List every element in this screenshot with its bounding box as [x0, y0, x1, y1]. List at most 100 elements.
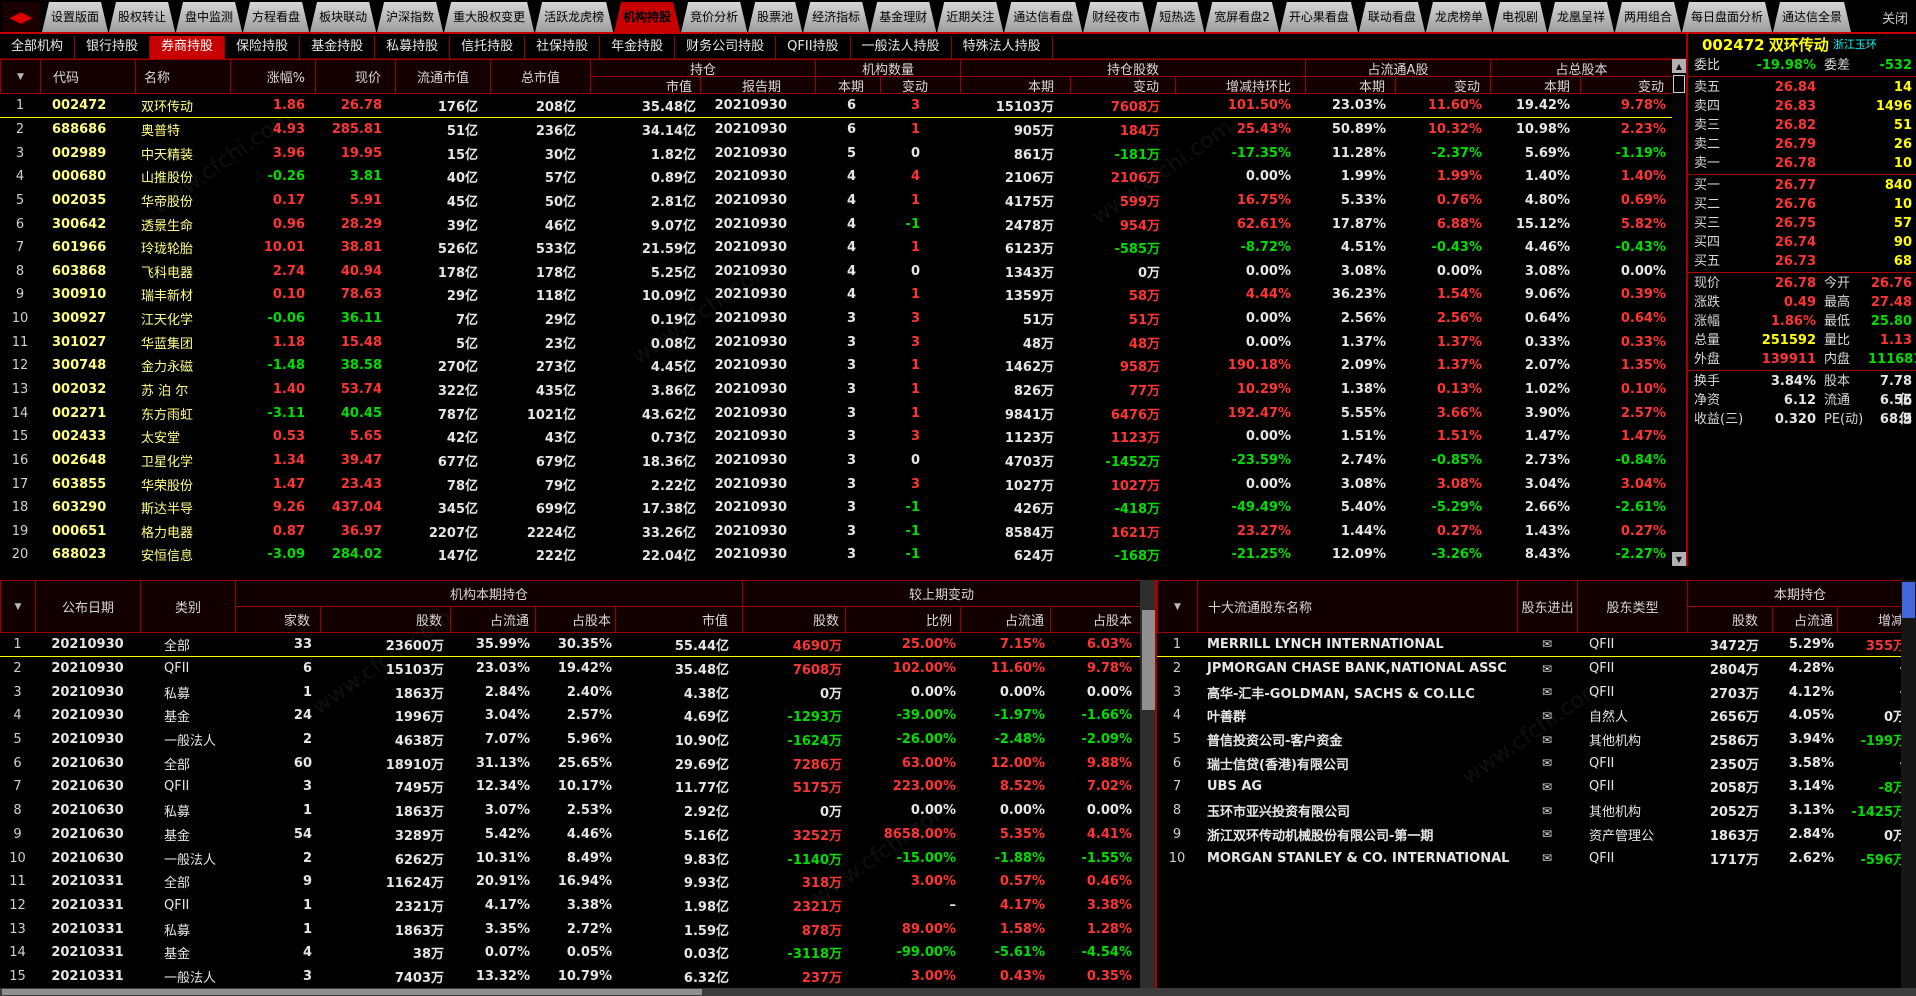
tab-券商持股[interactable]: 券商持股 — [150, 36, 226, 59]
tab-信托持股[interactable]: 信托持股 — [450, 36, 526, 59]
column-header-pct[interactable]: 涨幅% — [231, 60, 316, 94]
menu-tab-16[interactable]: 短热选 — [1150, 2, 1204, 32]
column-header-hval[interactable]: 市值 — [591, 77, 701, 94]
stock-row[interactable]: 19 000651 格力电器 0.87 36.97 2207亿 2224亿 33.26亿 202… — [0, 520, 1672, 544]
tab-社保持股[interactable]: 社保持股 — [525, 36, 601, 59]
shareholder-row[interactable]: 9 浙江双环传动机械股份有限公司-第一期 ✉ 资产管理公 1863万 2.84% 0万 — [1157, 823, 1912, 847]
menu-tab-3[interactable]: 方程看盘 — [243, 2, 309, 32]
column-header-count[interactable]: 家数 — [236, 607, 321, 633]
column-header-cur[interactable]: 本期 — [961, 77, 1071, 94]
shareholder-row[interactable]: 2 JPMORGAN CHASE BANK,NATIONAL ASSC ✉ QFII 2… — [1157, 657, 1912, 681]
menu-tab-1[interactable]: 股权转让 — [109, 2, 175, 32]
column-header-name[interactable]: 名称 — [136, 60, 231, 94]
stock-row[interactable]: 16 002648 卫星化学 1.34 39.47 677亿 679亿 18.36亿 20210… — [0, 449, 1672, 473]
menu-tab-12[interactable]: 基金理财 — [870, 2, 936, 32]
holding-row[interactable]: 14 20210331 基金 4 38万 0.07% 0.05% 0.03亿 -3118万 -99… — [0, 941, 1140, 965]
stock-row[interactable]: 7 601966 玲珑轮胎 10.01 38.81 526亿 533亿 21.59亿 20210… — [0, 236, 1672, 260]
stock-row[interactable]: 15 002433 太安堂 0.53 5.65 42亿 43亿 0.73亿 20210930 3 3… — [0, 425, 1672, 449]
tab-全部机构[interactable]: 全部机构 — [0, 36, 76, 59]
stock-row[interactable]: 14 002271 东方雨虹 -3.11 40.45 787亿 1021亿 43.62亿 202… — [0, 401, 1672, 425]
menu-tab-17[interactable]: 宽屏看盘2 — [1205, 2, 1279, 32]
column-header-name[interactable]: 十大流通股东名称 — [1198, 581, 1518, 633]
column-header-spct[interactable]: 占股本 — [536, 607, 616, 633]
menu-tab-20[interactable]: 龙虎榜单 — [1426, 2, 1492, 32]
mail-icon[interactable]: ✉ — [1542, 685, 1552, 699]
tab-保险持股[interactable]: 保险持股 — [225, 36, 301, 59]
stock-row[interactable]: 11 301027 华蓝集团 1.18 15.48 5亿 23亿 0.08亿 20210930 3… — [0, 330, 1672, 354]
stock-row[interactable]: 1 002472 双环传动 1.86 26.78 176亿 208亿 35.48亿 202109… — [0, 94, 1672, 118]
column-header-type[interactable]: 类别 — [141, 581, 236, 633]
column-header-g_cur[interactable]: 本期持仓 — [1688, 581, 1913, 607]
tab-一般法人持股[interactable]: 一般法人持股 — [851, 36, 952, 59]
scrollbar-thumb[interactable] — [1673, 75, 1685, 93]
scrollbar-thumb[interactable] — [1902, 582, 1915, 618]
column-header-inout[interactable]: 股东进出 — [1518, 581, 1578, 633]
menu-tab-13[interactable]: 近期关注 — [937, 2, 1003, 32]
holding-row[interactable]: 15 20210331 一般法人 3 7403万 13.32% 10.79% 6.32亿 237… — [0, 965, 1140, 989]
column-header-fpct[interactable]: 占流通 — [1773, 607, 1838, 633]
main-table-scrollbar[interactable]: ▲ ▼ — [1672, 59, 1686, 566]
menu-tab-11[interactable]: 经济指标 — [803, 2, 869, 32]
scrollbar-thumb[interactable] — [1142, 610, 1155, 710]
stock-row[interactable]: 10 300927 江天化学 -0.06 36.11 7亿 29亿 0.19亿 20210930… — [0, 307, 1672, 331]
horizontal-scrollbar[interactable] — [0, 988, 1916, 996]
menu-tab-14[interactable]: 通达信看盘 — [1004, 2, 1082, 32]
holding-row[interactable]: 3 20210930 私募 1 1863万 2.84% 2.40% 4.38亿 0万 0.00% 0… — [0, 680, 1140, 704]
column-header-report[interactable]: 报告期 — [701, 77, 816, 94]
mail-icon[interactable]: ✉ — [1542, 851, 1552, 865]
filter-cell[interactable]: ▼ — [1158, 581, 1198, 633]
holding-row[interactable]: 7 20210630 QFII 3 7495万 12.34% 10.17% 11.77亿 517… — [0, 775, 1140, 799]
column-header-fcap[interactable]: 流通市值 — [396, 60, 491, 94]
tab-年金持股[interactable]: 年金持股 — [600, 36, 676, 59]
mail-icon[interactable]: ✉ — [1542, 637, 1552, 651]
menu-tab-7[interactable]: 活跃龙虎榜 — [535, 2, 613, 32]
column-header-g_total[interactable]: 占总股本 — [1491, 60, 1673, 77]
menu-tab-24[interactable]: 每日盘面分析 — [1682, 2, 1772, 32]
column-header-g_inst[interactable]: 机构数量 — [816, 60, 961, 77]
menu-tab-9[interactable]: 竞价分析 — [681, 2, 747, 32]
tab-银行持股[interactable]: 银行持股 — [75, 36, 151, 59]
menu-tab-19[interactable]: 联动看盘 — [1359, 2, 1425, 32]
column-header-spct[interactable]: 占股本 — [1051, 607, 1141, 633]
shareholder-row[interactable]: 8 玉环市亚兴投资有限公司 ✉ 其他机构 2052万 3.13% -1425万 — [1157, 799, 1912, 823]
column-header-code[interactable]: 代码 — [41, 60, 136, 94]
column-header-shares[interactable]: 股数 — [321, 607, 451, 633]
mail-icon[interactable]: ✉ — [1542, 804, 1552, 818]
stock-row[interactable]: 17 603855 华荣股份 1.47 23.43 78亿 79亿 2.22亿 20210930… — [0, 472, 1672, 496]
mail-icon[interactable]: ✉ — [1542, 827, 1552, 841]
stock-row[interactable]: 4 000680 山推股份 -0.26 3.81 40亿 57亿 0.89亿 20210930 4… — [0, 165, 1672, 189]
stock-row[interactable]: 3 002989 中天精装 3.96 19.95 15亿 30亿 1.82亿 20210930 5… — [0, 141, 1672, 165]
column-header-g_float[interactable]: 占流通A股 — [1306, 60, 1491, 77]
column-header-g_chg[interactable]: 较上期变动 — [743, 581, 1141, 607]
menu-tab-8[interactable]: 机构持股 — [614, 2, 680, 32]
shareholder-row[interactable]: 3 高华-汇丰-GOLDMAN, SACHS & CO.LLC ✉ QFII 2703万… — [1157, 680, 1912, 704]
menu-tab-22[interactable]: 龙凰呈祥 — [1548, 2, 1614, 32]
tab-特殊法人持股[interactable]: 特殊法人持股 — [952, 36, 1053, 59]
shareholder-row[interactable]: 6瑞士信贷(香港)有限公司✉QFII2350万3.58%– — [1157, 751, 1912, 775]
menu-tab-0[interactable]: 设置版面 — [42, 2, 108, 32]
holding-row[interactable]: 11 20210331 全部 9 11624万 20.91% 16.94% 9.93亿 318万… — [0, 870, 1140, 894]
column-header-cur[interactable]: 本期 — [1491, 77, 1581, 94]
holding-row[interactable]: 1 20210930 全部 33 23600万 35.99% 30.35% 55.44亿 469… — [0, 633, 1140, 657]
column-header-fpct[interactable]: 占流通 — [961, 607, 1051, 633]
column-header-ratio[interactable]: 比例 — [846, 607, 961, 633]
scrollbar-thumb[interactable] — [2, 989, 702, 995]
column-header-chg[interactable]: 变动 — [881, 77, 961, 94]
shareholder-row[interactable]: 1 MERRILL LYNCH INTERNATIONAL ✉ QFII 3472万 5.… — [1157, 633, 1912, 657]
stock-row[interactable]: 9 300910 瑞丰新材 0.10 78.63 29亿 118亿 10.09亿 2021093… — [0, 283, 1672, 307]
mail-icon[interactable]: ✉ — [1542, 756, 1552, 770]
shareholder-row[interactable]: 7 UBS AG ✉ QFII 2058万 3.14% -8万 — [1157, 775, 1912, 799]
tab-私募持股[interactable]: 私募持股 — [375, 36, 451, 59]
stock-row[interactable]: 12 300748 金力永磁 -1.48 38.58 270亿 273亿 4.45亿 20210… — [0, 354, 1672, 378]
stock-row[interactable]: 18 603290 斯达半导 9.26 437.04 345亿 699亿 17.38亿 2021… — [0, 496, 1672, 520]
column-header-cur[interactable]: 本期 — [1306, 77, 1396, 94]
column-header-tcap[interactable]: 总市值 — [491, 60, 591, 94]
holding-row[interactable]: 10 20210630 一般法人 2 6262万 10.31% 8.49% 9.83亿 -114… — [0, 846, 1140, 870]
column-header-chg[interactable]: 变动 — [1396, 77, 1491, 94]
menu-tab-10[interactable]: 股票池 — [748, 2, 802, 32]
mail-icon[interactable]: ✉ — [1542, 662, 1552, 676]
holding-row[interactable]: 13 20210331 私募 1 1863万 3.35% 2.72% 1.59亿 878万 89.… — [0, 917, 1140, 941]
column-header-g_shares[interactable]: 持仓股数 — [961, 60, 1306, 77]
mail-icon[interactable]: ✉ — [1542, 780, 1552, 794]
menu-tab-23[interactable]: 两用组合 — [1615, 2, 1681, 32]
